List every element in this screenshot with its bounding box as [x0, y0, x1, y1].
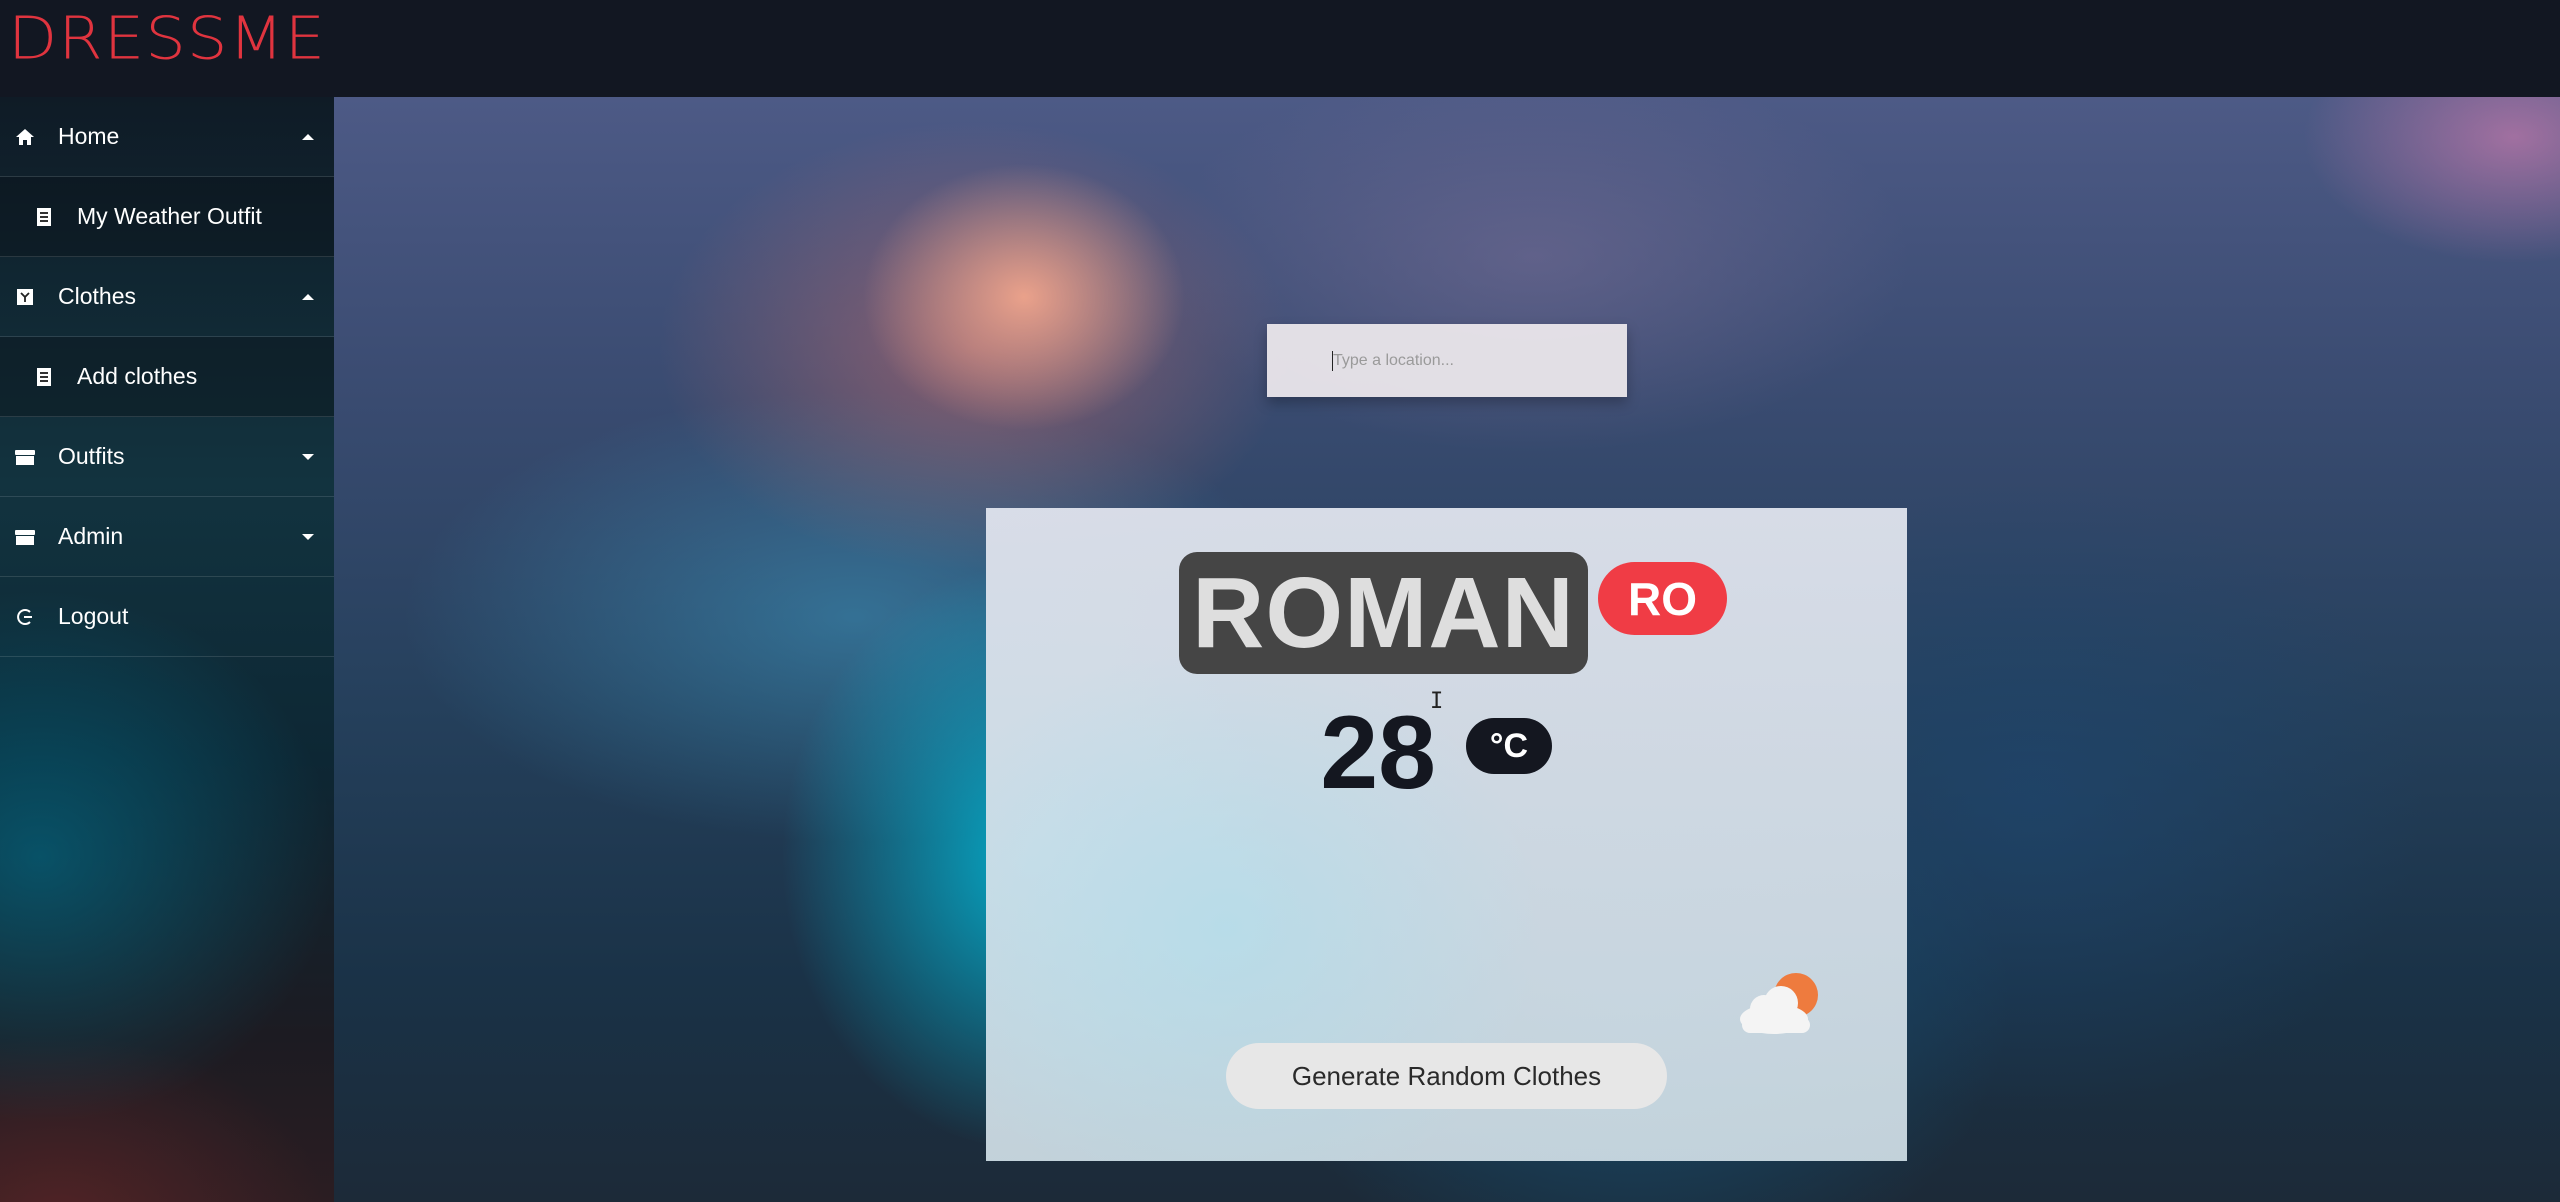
sidebar-item-label: My Weather Outfit: [77, 203, 262, 229]
app-logo[interactable]: DRESSME: [8, 6, 326, 72]
sidebar: Home My Weather Outfit Clothes Add cloth…: [0, 97, 334, 1202]
few-clouds-icon: [1734, 967, 1830, 1037]
sidebar-item-label: Logout: [58, 603, 129, 629]
top-bar: DRESSME: [0, 0, 2560, 97]
document-icon: [33, 206, 55, 228]
temperature-unit-badge[interactable]: °C: [1466, 718, 1552, 774]
sidebar-item-label: Add clothes: [77, 363, 198, 389]
logout-icon: [14, 606, 36, 628]
sidebar-item-add-clothes[interactable]: Add clothes: [0, 337, 334, 417]
sidebar-item-logout[interactable]: Logout: [0, 577, 334, 657]
clothes-icon: [14, 286, 36, 308]
location-search-input[interactable]: [1267, 324, 1627, 397]
generate-random-clothes-button[interactable]: Generate Random Clothes: [1226, 1043, 1667, 1109]
box-icon: [14, 446, 36, 468]
chevron-down-icon: [302, 453, 314, 460]
sidebar-item-my-weather-outfit[interactable]: My Weather Outfit: [0, 177, 334, 257]
text-cursor: [1332, 351, 1333, 371]
chevron-down-icon: [302, 533, 314, 540]
country-badge: RO: [1598, 562, 1727, 635]
sidebar-item-label: Admin: [58, 523, 124, 549]
sidebar-item-home[interactable]: Home: [0, 97, 334, 177]
sidebar-item-label: Home: [58, 123, 120, 149]
city-name: ROMAN: [1179, 552, 1588, 674]
chevron-up-icon: [302, 293, 314, 300]
sidebar-item-admin[interactable]: Admin: [0, 497, 334, 577]
document-icon: [33, 366, 55, 388]
chevron-up-icon: [302, 133, 314, 140]
sidebar-item-clothes[interactable]: Clothes: [0, 257, 334, 337]
box-icon: [14, 526, 36, 548]
main-content: ROMAN RO 28 -few clouds- °C I: [334, 97, 2560, 1202]
mouse-cursor-ibeam: I: [1430, 689, 1444, 714]
sidebar-item-label: Clothes: [58, 283, 136, 309]
home-icon: [14, 126, 36, 148]
temperature-value: 28: [1320, 695, 1436, 811]
sidebar-item-label: Outfits: [58, 443, 125, 469]
sidebar-item-outfits[interactable]: Outfits: [0, 417, 334, 497]
